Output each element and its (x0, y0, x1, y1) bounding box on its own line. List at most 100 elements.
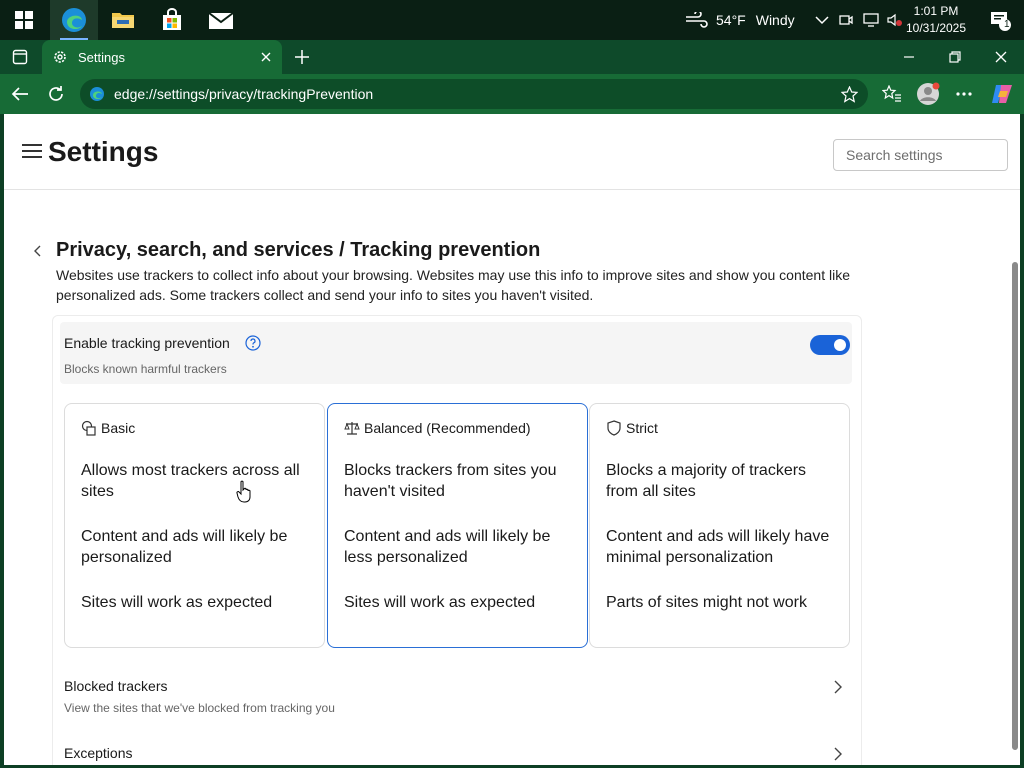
enable-tracking-title: Enable tracking prevention (64, 335, 230, 351)
taskbar: 54°F Windy 1:01 PM 10/31/2025 1 (0, 0, 1024, 40)
taskbar-explorer-button[interactable] (99, 0, 147, 40)
card-header: Strict (606, 420, 658, 436)
profile-button[interactable] (912, 78, 944, 110)
menu-icon-line (22, 150, 42, 152)
level-card-balanced[interactable]: Balanced (Recommended) Blocks trackers f… (327, 403, 588, 648)
notifications-button[interactable]: 1 (976, 0, 1024, 40)
card-header: Basic (81, 420, 135, 436)
weather-desc: Windy (755, 12, 795, 28)
toggle-knob (834, 339, 846, 351)
tab-actions-button[interactable] (4, 41, 36, 73)
enable-tracking-toggle[interactable] (810, 335, 850, 355)
level-card-strict[interactable]: Strict Blocks a majority of trackers fro… (589, 403, 850, 648)
menu-icon-line (22, 144, 42, 146)
level-card-basic[interactable]: Basic Allows most trackers across all si… (64, 403, 325, 648)
back-button[interactable] (4, 78, 36, 110)
edge-icon (90, 87, 104, 101)
clock[interactable]: 1:01 PM 10/31/2025 (904, 3, 968, 37)
network-icon[interactable] (863, 13, 879, 27)
restore-button[interactable] (932, 40, 978, 74)
wind-icon (686, 12, 708, 28)
tab-settings[interactable]: Settings (42, 40, 282, 74)
restore-icon (949, 51, 961, 63)
back-to-privacy-button[interactable] (30, 242, 46, 260)
chevron-left-icon (34, 245, 41, 257)
chevron-right-icon (834, 747, 842, 761)
store-icon (163, 8, 181, 30)
copilot-button[interactable] (986, 78, 1018, 110)
refresh-icon (49, 86, 63, 101)
url-text: edge://settings/privacy/trackingPreventi… (114, 86, 374, 102)
card-line: Content and ads will likely have minimal… (606, 528, 830, 566)
close-icon (995, 51, 1007, 63)
favorites-icon (882, 85, 901, 102)
address-bar[interactable]: edge://settings/privacy/trackingPreventi… (80, 79, 868, 109)
minimize-button[interactable] (886, 40, 932, 74)
chevron-up-icon[interactable] (815, 15, 829, 25)
enable-tracking-row: Enable tracking prevention Blocks known … (60, 322, 852, 384)
settings-header: Settings (4, 114, 1020, 190)
blocked-trackers-subtitle: View the sites that we've blocked from t… (64, 701, 335, 715)
settings-page: Settings Privacy, search, and services /… (4, 114, 1020, 765)
tab-close-button[interactable] (258, 49, 274, 65)
blocked-trackers-row[interactable]: Blocked trackers View the sites that we'… (64, 678, 848, 728)
volume-muted-icon[interactable] (887, 13, 903, 27)
card-title: Basic (101, 420, 136, 436)
chevron-right-icon (834, 680, 842, 694)
menu-icon-line (22, 156, 42, 158)
scale-icon (344, 422, 360, 435)
clock-time: 1:01 PM (913, 4, 959, 18)
card-line: Blocks a majority of trackers from all s… (606, 462, 807, 500)
weather-temp: 54°F (716, 12, 746, 28)
help-icon[interactable] (245, 335, 261, 351)
meet-icon[interactable] (839, 13, 853, 27)
page-title: Settings (48, 136, 159, 167)
taskbar-store-button[interactable] (148, 0, 196, 40)
plus-icon (295, 50, 309, 64)
exceptions-title: Exceptions (64, 745, 133, 761)
blocked-trackers-title: Blocked trackers (64, 678, 168, 694)
weather-widget[interactable]: 54°F Windy (684, 0, 795, 40)
hand-cursor-icon (236, 480, 251, 503)
shapes-icon (81, 420, 96, 436)
card-line: Blocks trackers from sites you haven't v… (344, 462, 557, 500)
card-line: Sites will work as expected (344, 594, 536, 611)
start-button[interactable] (0, 0, 48, 40)
close-window-button[interactable] (978, 40, 1024, 74)
edge-icon (62, 8, 86, 32)
scrollbar[interactable] (1010, 190, 1020, 765)
windows-logo-icon (15, 11, 33, 29)
gear-icon (54, 51, 66, 63)
favorites-button[interactable] (876, 78, 908, 110)
more-menu-button[interactable] (948, 78, 980, 110)
tab-actions-icon (12, 49, 28, 65)
notification-count: 1 (1004, 19, 1010, 30)
card-header: Balanced (Recommended) (344, 420, 531, 436)
card-line: Content and ads will likely be personali… (81, 528, 288, 566)
folder-icon (112, 13, 134, 28)
arrow-left-icon (11, 87, 28, 101)
menu-button[interactable] (22, 144, 42, 160)
copilot-icon (992, 85, 1012, 103)
system-tray[interactable] (815, 0, 903, 40)
enable-tracking-subtitle: Blocks known harmful trackers (64, 362, 227, 376)
search-input[interactable] (833, 139, 1008, 171)
card-title: Balanced (Recommended) (364, 420, 531, 436)
scrollbar-thumb[interactable] (1012, 262, 1018, 750)
close-icon (261, 52, 271, 62)
exceptions-row[interactable]: Exceptions (64, 745, 848, 765)
taskbar-edge-button[interactable] (50, 0, 98, 40)
card-line: Allows most trackers across all sites (81, 462, 300, 500)
favorite-star-icon[interactable] (841, 86, 858, 103)
refresh-button[interactable] (40, 78, 72, 110)
breadcrumb: Privacy, search, and services / Tracking… (56, 239, 541, 261)
card-line: Content and ads will likely be less pers… (344, 528, 551, 566)
avatar-icon (917, 82, 940, 105)
card-line: Parts of sites might not work (606, 594, 807, 611)
mail-icon (208, 12, 234, 29)
new-tab-button[interactable] (286, 41, 318, 73)
taskbar-mail-button[interactable] (197, 0, 245, 40)
minimize-icon (904, 56, 914, 58)
page-description: Websites use trackers to collect info ab… (56, 267, 850, 303)
more-icon (956, 92, 972, 96)
